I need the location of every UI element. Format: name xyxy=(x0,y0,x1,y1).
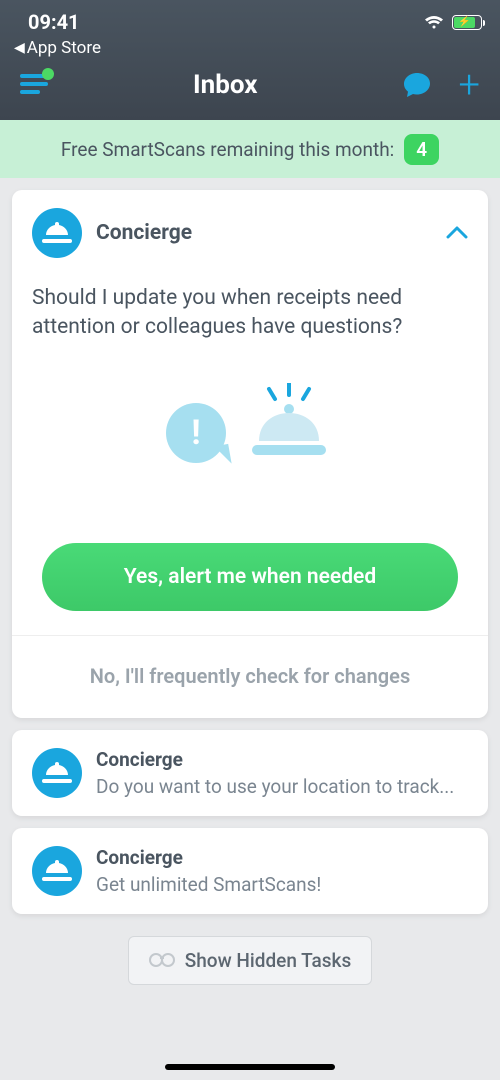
banner-count-badge: 4 xyxy=(404,134,439,165)
page-title: Inbox xyxy=(193,70,257,100)
status-time: 09:41 xyxy=(28,10,80,34)
home-indicator[interactable] xyxy=(165,1064,335,1070)
alert-bubble-icon: ! xyxy=(166,403,226,463)
add-button[interactable]: + xyxy=(459,75,480,95)
back-caret-icon: ◀ xyxy=(14,40,25,56)
banner-text: Free SmartScans remaining this month: xyxy=(61,138,394,161)
card-question: Should I update you when receipts need a… xyxy=(12,268,488,343)
concierge-card-location[interactable]: Concierge Do you want to use your locati… xyxy=(12,730,488,816)
menu-button[interactable] xyxy=(20,74,48,96)
card-preview: Get unlimited SmartScans! xyxy=(96,873,321,896)
card-sender: Concierge xyxy=(96,221,192,245)
concierge-avatar-icon xyxy=(32,846,82,896)
wifi-icon xyxy=(424,15,444,30)
yes-alert-button[interactable]: Yes, alert me when needed xyxy=(42,543,458,611)
show-hidden-tasks-button[interactable]: Show Hidden Tasks xyxy=(128,936,373,985)
concierge-avatar-icon xyxy=(32,748,82,798)
concierge-card-expanded: Concierge Should I update you when recei… xyxy=(12,190,488,718)
card-sender: Concierge xyxy=(96,846,321,869)
battery-icon: ⚡ xyxy=(452,15,482,30)
smartscan-banner[interactable]: Free SmartScans remaining this month: 4 xyxy=(0,120,500,178)
binoculars-icon xyxy=(149,949,175,972)
notification-dot-icon xyxy=(42,68,54,80)
status-bar: 09:41 ⚡ xyxy=(0,0,500,34)
hidden-tasks-label: Show Hidden Tasks xyxy=(185,949,352,972)
concierge-card-smartscans[interactable]: Concierge Get unlimited SmartScans! xyxy=(12,828,488,914)
back-to-app-store[interactable]: ◀ App Store xyxy=(0,34,500,62)
card-sender: Concierge xyxy=(96,748,454,771)
collapse-button[interactable] xyxy=(446,224,468,243)
concierge-avatar-icon xyxy=(32,208,82,258)
card-preview: Do you want to use your location to trac… xyxy=(96,775,454,798)
illustration: ! xyxy=(12,343,488,543)
back-label: App Store xyxy=(27,38,101,58)
no-check-button[interactable]: No, I'll frequently check for changes xyxy=(12,636,488,718)
chat-icon[interactable] xyxy=(403,72,431,98)
bell-illustration-icon xyxy=(244,383,334,463)
